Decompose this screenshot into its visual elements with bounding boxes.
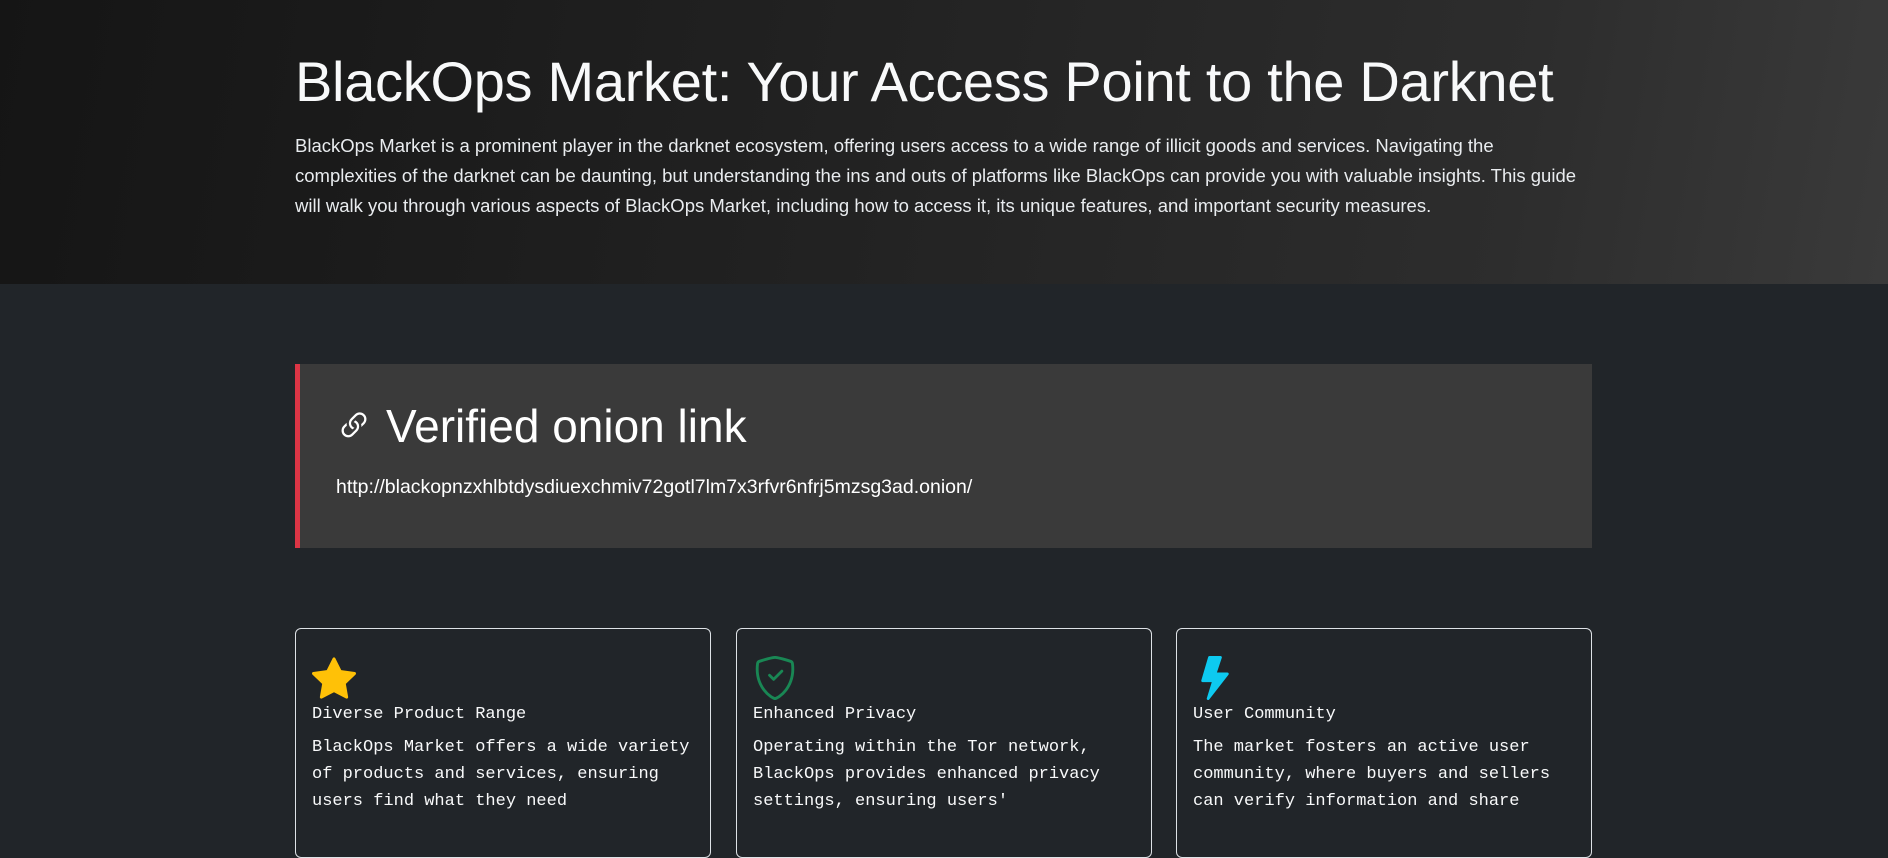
feature-card-enhanced-privacy: Enhanced Privacy Operating within the To…: [736, 628, 1152, 858]
feature-text: Operating within the Tor network, BlackO…: [753, 738, 1100, 811]
onion-link-heading: Verified onion link: [336, 396, 747, 456]
onion-url-link[interactable]: http://blackopnzxhlbtdysdiuexchmiv72gotl…: [336, 474, 972, 500]
page-title: BlackOps Market: Your Access Point to th…: [295, 50, 1554, 113]
lightning-icon: [1193, 656, 1237, 701]
onion-link-title: Verified onion link: [386, 400, 747, 452]
intro-paragraph: BlackOps Market is a prominent player in…: [295, 135, 1577, 216]
feature-text: BlackOps Market offers a wide variety of…: [312, 738, 690, 811]
link-icon: [336, 408, 372, 444]
feature-title: Diverse Product Range: [312, 705, 527, 724]
feature-title: Enhanced Privacy: [753, 705, 917, 724]
feature-card-diverse-product-range: Diverse Product Range BlackOps Market of…: [295, 628, 711, 858]
feature-title: User Community: [1193, 705, 1336, 724]
hero-section: BlackOps Market: Your Access Point to th…: [0, 0, 1888, 284]
feature-text: The market fosters an active user commun…: [1193, 738, 1551, 811]
shield-check-icon: [753, 656, 797, 700]
star-icon: [312, 656, 357, 700]
verified-onion-link-box: Verified onion link http://blackopnzxhlb…: [295, 364, 1592, 548]
feature-card-user-community: User Community The market fosters an act…: [1176, 628, 1592, 858]
